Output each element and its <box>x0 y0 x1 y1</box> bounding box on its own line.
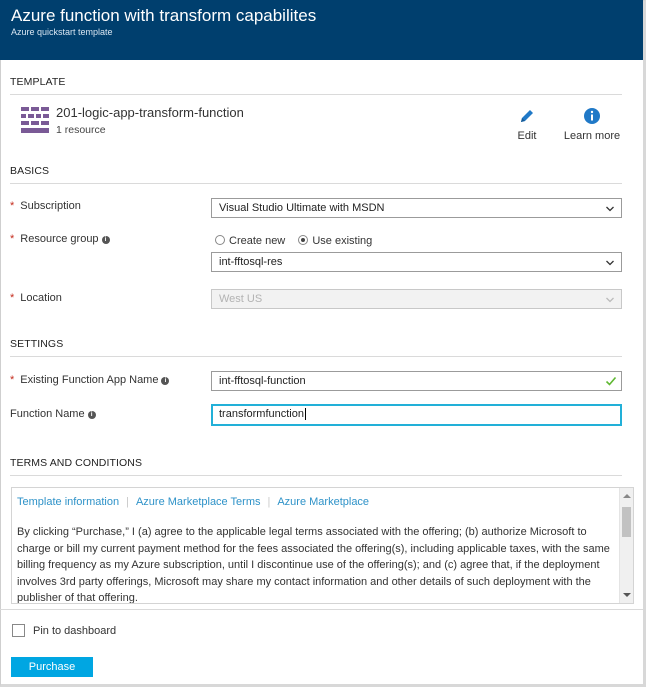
footer-divider <box>0 609 643 610</box>
radio-create-new[interactable]: Create new <box>215 235 285 247</box>
subscription-value: Visual Studio Ultimate with MSDN <box>219 202 385 214</box>
checkbox-square[interactable] <box>12 624 25 637</box>
blade-subtitle: Azure quickstart template <box>11 27 113 37</box>
checkmark-icon <box>605 376 617 386</box>
radio-circle <box>215 235 225 245</box>
template-name: 201-logic-app-transform-function <box>56 105 244 120</box>
function-name-label: Function Name i <box>10 408 96 420</box>
info-icon[interactable]: i <box>161 377 170 385</box>
terms-box: Template information | Azure Marketplace T… <box>11 487 634 604</box>
required-marker: * <box>10 292 15 304</box>
edit-template-button[interactable]: Edit <box>509 107 545 142</box>
edit-label: Edit <box>517 130 537 142</box>
function-name-input[interactable]: transformfunction <box>211 404 622 426</box>
section-heading-settings: SETTINGS <box>10 338 622 357</box>
chevron-down-icon <box>606 206 614 212</box>
template-grid-icon <box>21 107 49 133</box>
required-marker: * <box>10 374 15 386</box>
subscription-label: * Subscription <box>10 200 81 212</box>
terms-scrollbar[interactable] <box>619 488 633 603</box>
function-app-name-label: * Existing Function App Name i <box>10 374 170 386</box>
pin-to-dashboard-checkbox[interactable]: Pin to dashboard <box>12 624 116 637</box>
chevron-down-icon <box>606 297 614 303</box>
info-icon[interactable]: i <box>87 411 96 419</box>
link-template-information[interactable]: Template information <box>17 496 119 508</box>
info-icon <box>584 108 600 124</box>
resource-group-dropdown[interactable]: int-fftosql-res <box>211 252 622 272</box>
resource-group-value: int-fftosql-res <box>219 256 283 268</box>
location-value: West US <box>219 293 263 305</box>
section-heading-terms: TERMS AND CONDITIONS <box>10 457 622 476</box>
required-marker: * <box>10 233 15 245</box>
radio-circle-selected <box>298 235 309 245</box>
link-separator: | <box>267 496 271 508</box>
scroll-up-arrow-icon[interactable] <box>623 494 631 498</box>
template-resource-count: 1 resource <box>56 124 106 136</box>
purchase-button[interactable]: Purchase <box>11 657 93 677</box>
terms-text: By clicking “Purchase,” I (a) agree to t… <box>17 526 610 604</box>
pin-label: Pin to dashboard <box>33 625 117 637</box>
info-icon[interactable]: i <box>101 236 110 244</box>
link-marketplace-terms[interactable]: Azure Marketplace Terms <box>136 496 261 508</box>
scrollbar-thumb[interactable] <box>622 507 631 537</box>
radio-use-existing[interactable]: Use existing <box>298 235 372 247</box>
section-heading-basics: BASICS <box>10 165 622 184</box>
location-dropdown: West US <box>211 289 622 309</box>
resource-group-label: * Resource group i <box>10 233 110 245</box>
chevron-down-icon <box>606 260 614 266</box>
resource-group-mode: Create new Use existing <box>215 235 372 247</box>
learn-more-label: Learn more <box>563 130 621 142</box>
blade-header: Azure function with transform capabilite… <box>0 0 643 60</box>
learn-more-button[interactable]: Learn more <box>561 107 623 142</box>
pencil-icon <box>521 110 533 122</box>
function-name-value: transformfunction <box>219 408 304 420</box>
location-label: * Location <box>10 292 62 304</box>
scroll-down-arrow-icon[interactable] <box>623 593 631 597</box>
subscription-dropdown[interactable]: Visual Studio Ultimate with MSDN <box>211 198 622 218</box>
section-heading-template: TEMPLATE <box>10 76 622 95</box>
required-marker: * <box>10 200 15 212</box>
terms-links: Template information | Azure Marketplace T… <box>17 496 369 508</box>
link-separator: | <box>126 496 129 508</box>
blade-title: Azure function with transform capabilite… <box>11 6 317 25</box>
function-app-name-input[interactable]: int-fftosql-function <box>211 371 622 391</box>
text-cursor <box>304 408 306 420</box>
link-azure-marketplace[interactable]: Azure Marketplace <box>277 496 369 508</box>
function-app-name-value: int-fftosql-function <box>219 375 306 387</box>
